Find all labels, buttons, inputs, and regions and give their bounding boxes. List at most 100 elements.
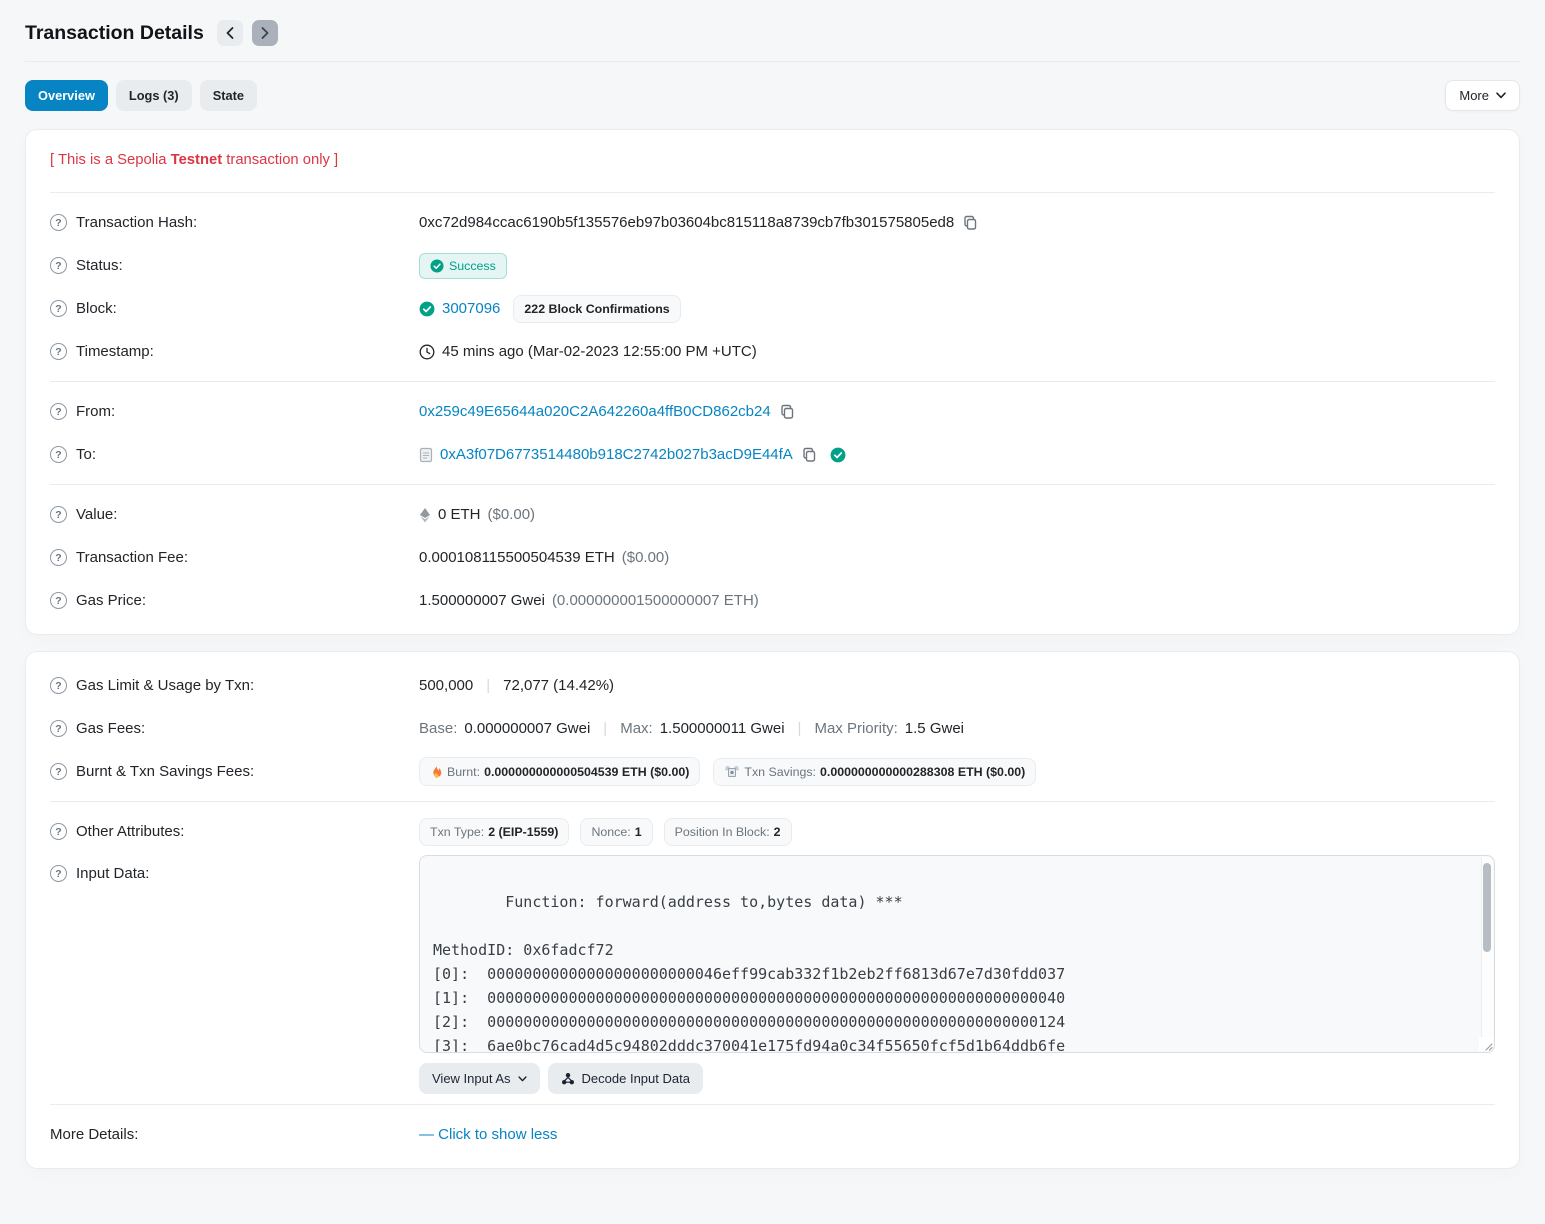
row-label: Gas Limit & Usage by Txn: [76,677,254,694]
input-data-text: Function: forward(address to,bytes data)… [433,893,1065,1053]
divider [50,1104,1495,1105]
pipe-separator: | [480,677,496,694]
burnt-value: 0.000000000000504539 ETH ($0.00) [484,765,689,779]
from-row: ? From: 0x259c49E65644a020C2A642260a4ffB0… [50,390,1495,433]
max-priority-label: Max Priority: [814,720,897,737]
chevron-down-icon [1496,92,1506,99]
attribute-badge-position: Position In Block: 2 [664,818,792,846]
row-label: Timestamp: [76,343,154,360]
next-transaction-button[interactable] [252,20,278,46]
help-icon[interactable]: ? [50,403,67,420]
row-label: Value: [76,506,117,523]
fee-usd: ($0.00) [622,549,670,566]
gas-usage-value: 72,077 (14.42%) [503,677,614,694]
transaction-hash-value: 0xc72d984ccac6190b5f135576eb97b03604bc81… [419,214,954,231]
base-fee-value: 0.000000007 Gwei [464,720,590,737]
txn-savings-badge: Txn Savings: 0.000000000000288308 ETH ($… [713,758,1036,786]
help-icon[interactable]: ? [50,506,67,523]
pipe-separator: | [792,720,808,737]
copy-icon [802,447,817,463]
check-circle-icon [430,259,444,273]
overview-card: [ This is a Sepolia Testnet transaction … [25,129,1520,635]
view-input-as-button[interactable]: View Input As [419,1063,540,1094]
to-row: ?To: 0xA3f07D6773514480b918C2742b027b3ac… [50,433,1495,476]
block-check-icon [419,301,435,317]
gas-limit-row: ? Gas Limit & Usage by Txn: 500,000 | 72,… [50,664,1495,707]
chevron-right-icon [261,27,269,39]
gas-fees-row: ?Gas Fees: Base: 0.000000007 Gwei | Max:… [50,707,1495,750]
txn-savings-label: Txn Savings: [744,765,816,779]
attribute-badge-txn-type: Txn Type: 2 (EIP-1559) [419,818,569,846]
tabs-bar: Overview Logs (3) State More [0,62,1545,129]
help-icon[interactable]: ? [50,214,67,231]
row-label: Transaction Hash: [76,214,197,231]
copy-hash-button[interactable] [961,215,980,231]
row-label: From: [76,403,115,420]
from-address-link[interactable]: 0x259c49E65644a020C2A642260a4ffB0CD862cb… [419,403,771,420]
page-title: Transaction Details [25,22,204,45]
other-attributes-row: ? Other Attributes: Txn Type: 2 (EIP-1559… [50,810,1495,853]
block-link[interactable]: 3007096 [442,300,500,317]
help-icon[interactable]: ? [50,720,67,737]
contract-icon [419,447,433,463]
more-button[interactable]: More [1445,80,1520,111]
row-label: Status: [76,257,123,274]
row-label: Burnt & Txn Savings Fees: [76,763,254,780]
divider [50,381,1495,382]
help-icon[interactable]: ? [50,865,67,882]
to-address-link[interactable]: 0xA3f07D6773514480b918C2742b027b3acD9E44… [440,446,793,463]
eth-icon [419,507,431,523]
tab-logs[interactable]: Logs (3) [116,80,192,111]
copy-to-button[interactable] [800,447,819,463]
copy-icon [963,215,978,231]
transaction-hash-row: ? Transaction Hash: 0xc72d984ccac6190b5f1… [50,201,1495,244]
page-header: Transaction Details [0,0,1545,61]
help-icon[interactable]: ? [50,549,67,566]
max-fee-value: 1.500000011 Gwei [660,720,785,737]
input-data-row: ?Input Data: Function: forward(address t… [50,853,1495,1096]
timestamp-value: 45 mins ago (Mar-02-2023 12:55:00 PM +UT… [442,343,757,360]
row-label: Transaction Fee: [76,549,188,566]
help-icon[interactable]: ? [50,446,67,463]
copy-from-button[interactable] [778,404,797,420]
input-data-textarea[interactable]: Function: forward(address to,bytes data)… [419,855,1495,1053]
show-less-link[interactable]: — Click to show less [419,1126,557,1143]
clock-icon [419,344,435,360]
max-priority-value: 1.5 Gwei [905,720,964,737]
transaction-fee-row: ? Transaction Fee: 0.000108115500504539 E… [50,536,1495,579]
divider [50,192,1495,193]
fee-amount: 0.000108115500504539 ETH [419,549,615,566]
row-label: Gas Price: [76,592,146,609]
base-fee-label: Base: [419,720,457,737]
row-label: Other Attributes: [76,823,184,840]
input-scrollbar[interactable] [1481,857,1493,1051]
divider [50,484,1495,485]
burnt-fees-row: ? Burnt & Txn Savings Fees: Burnt: 0.0000… [50,750,1495,793]
tab-overview[interactable]: Overview [25,80,108,111]
resize-handle-icon[interactable] [1479,1037,1493,1051]
attribute-badge-nonce: Nonce: 1 [580,818,652,846]
flame-icon [430,764,443,779]
txn-savings-value: 0.000000000000288308 ETH ($0.00) [820,765,1025,779]
help-icon[interactable]: ? [50,592,67,609]
help-icon[interactable]: ? [50,763,67,780]
burnt-badge: Burnt: 0.000000000000504539 ETH ($0.00) [419,757,700,786]
decode-input-data-button[interactable]: Decode Input Data [548,1063,703,1094]
verified-check-icon [830,447,846,463]
chevron-left-icon [226,27,234,39]
prev-transaction-button[interactable] [217,20,243,46]
tab-state[interactable]: State [200,80,257,111]
help-icon[interactable]: ? [50,823,67,840]
gas-price-value: 1.500000007 Gwei [419,592,545,609]
status-badge: Success [419,253,507,279]
gas-limit-value: 500,000 [419,677,473,694]
help-icon[interactable]: ? [50,257,67,274]
decode-icon [561,1072,575,1086]
status-row: ? Status: Success [50,244,1495,287]
help-icon[interactable]: ? [50,300,67,317]
input-scrollbar-thumb[interactable] [1483,863,1491,952]
banknote-wings-icon [724,765,740,778]
help-icon[interactable]: ? [50,677,67,694]
gas-price-eth: (0.000000001500000007 ETH) [552,592,759,609]
help-icon[interactable]: ? [50,343,67,360]
